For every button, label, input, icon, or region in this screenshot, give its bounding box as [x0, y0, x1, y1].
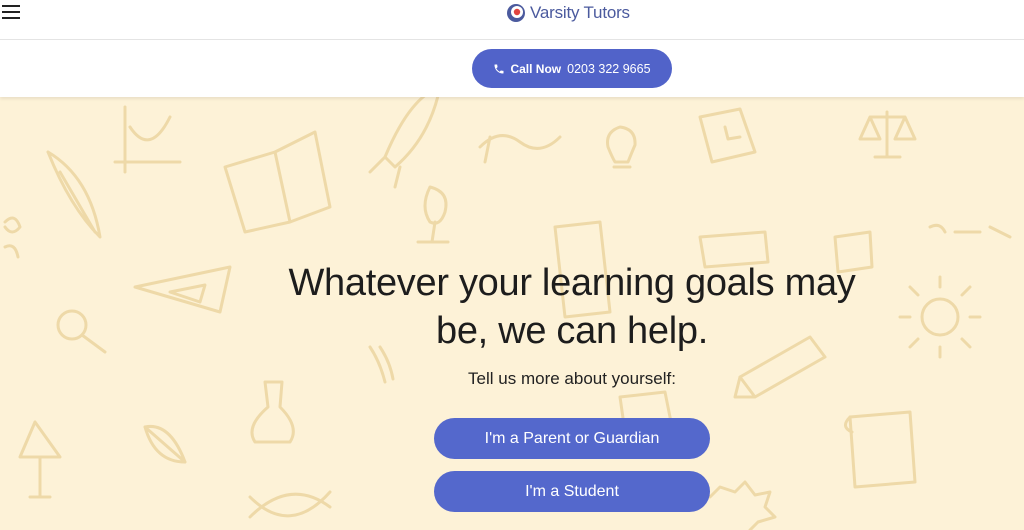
varsity-tutors-logo[interactable]: Varsity Tutors	[506, 2, 630, 24]
parent-guardian-button[interactable]: I'm a Parent or Guardian	[434, 418, 710, 459]
logo-mark-icon	[507, 4, 525, 22]
phone-icon	[494, 64, 504, 73]
hero-subhead: Tell us more about yourself:	[468, 369, 676, 388]
call-now-bar: Call Now 0203 322 9665	[0, 40, 1024, 97]
hero-headline: Whatever your learning goals may be, we …	[288, 262, 856, 352]
top-navigation-bar: Varsity Tutors	[0, 0, 1024, 40]
hero-section: Whatever your learning goals may be, we …	[0, 97, 1024, 530]
call-now-button[interactable]: Call Now 0203 322 9665	[472, 49, 672, 88]
logo-text: Varsity Tutors	[530, 3, 630, 22]
student-button[interactable]: I'm a Student	[434, 471, 710, 512]
call-now-label: Call Now	[510, 61, 562, 76]
hamburger-menu-icon[interactable]	[2, 5, 20, 21]
phone-number: 0203 322 9665	[567, 61, 651, 76]
